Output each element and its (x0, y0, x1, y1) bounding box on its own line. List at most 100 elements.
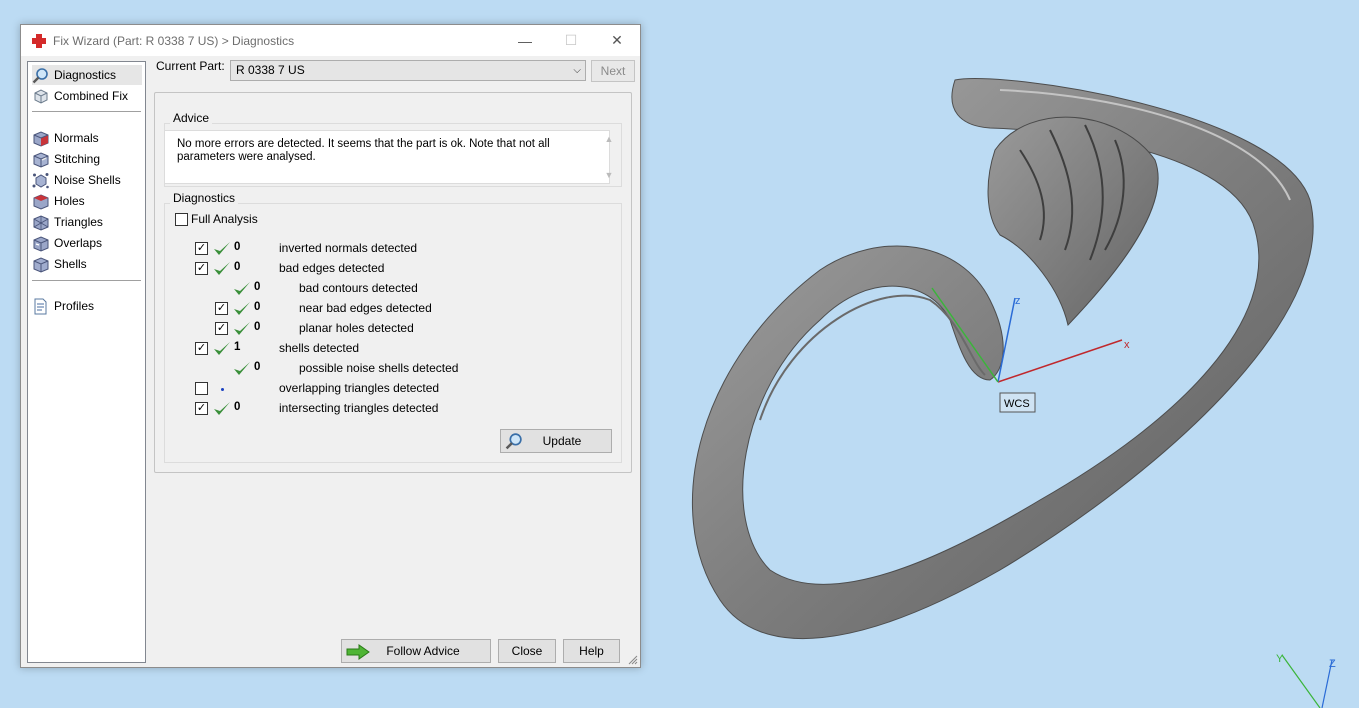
current-part-label: Current Part: (156, 59, 225, 73)
chevron-down-icon: ⌵ (573, 65, 581, 76)
title-bar[interactable]: Fix Wizard (Part: R 0338 7 US) > Diagnos… (21, 25, 640, 56)
diagnostic-label: shells detected (279, 341, 360, 355)
noise-shells-icon (32, 172, 49, 188)
green-check-icon (214, 402, 230, 415)
full-analysis-label: Full Analysis (191, 212, 258, 226)
tool-item-stitching[interactable]: Stitching (32, 149, 142, 169)
tool-item-combined-fix[interactable]: Combined Fix (32, 86, 142, 106)
tool-item-shells[interactable]: Shells (32, 254, 142, 274)
follow-advice-button[interactable]: Follow Advice (341, 639, 491, 663)
diagnostic-checkbox[interactable]: ✓ (215, 302, 228, 315)
tool-item-triangles[interactable]: Triangles (32, 212, 142, 232)
fix-tool-list: Diagnostics Combined Fix Normals Stitchi… (27, 61, 146, 663)
wcs-label: WCS (1004, 398, 1030, 410)
tool-item-holes[interactable]: Holes (32, 191, 142, 211)
next-button[interactable]: Next (591, 60, 635, 82)
advice-scrollbar[interactable]: ▲ ▼ (592, 131, 614, 183)
help-button[interactable]: Help (563, 639, 620, 663)
tool-label: Stitching (54, 152, 101, 166)
fix-wizard-window: Fix Wizard (Part: R 0338 7 US) > Diagnos… (20, 24, 641, 668)
diagnostic-checkbox[interactable] (195, 382, 208, 395)
tool-label: Holes (54, 194, 85, 208)
advice-group-title: Advice (170, 111, 213, 125)
stitching-cube-icon (33, 151, 49, 168)
close-window-button[interactable]: ✕ (594, 25, 640, 56)
normals-cube-icon (33, 130, 49, 147)
update-label: Update (542, 434, 582, 448)
diagnostic-label: bad contours detected (299, 281, 418, 295)
diagnostic-label: possible noise shells detected (299, 361, 459, 375)
tool-label: Combined Fix (54, 89, 129, 103)
z-axis-label: z (1015, 295, 1021, 307)
diagnostic-count: 0 (254, 361, 261, 373)
diagnostic-label: inverted normals detected (279, 241, 418, 255)
update-button[interactable]: Update (500, 429, 612, 453)
green-check-icon (234, 302, 250, 315)
tool-label: Diagnostics (54, 68, 117, 82)
current-part-value: R 0338 7 US (236, 63, 305, 77)
diagnostic-count: 0 (254, 321, 261, 333)
tool-label: Triangles (54, 215, 103, 229)
tool-label: Noise Shells (54, 173, 121, 187)
advice-text: No more errors are detected. It seems th… (177, 138, 550, 163)
resize-grip-icon[interactable] (628, 655, 638, 665)
tool-label: Normals (54, 131, 99, 145)
green-check-icon (214, 242, 230, 255)
tool-item-diagnostics[interactable]: Diagnostics (32, 65, 142, 85)
tool-label: Overlaps (54, 236, 103, 250)
tool-item-overlaps[interactable]: Overlaps (32, 233, 142, 253)
green-check-icon (234, 282, 250, 295)
tool-item-profiles[interactable]: Profiles (32, 296, 142, 316)
advice-textbox: No more errors are detected. It seems th… (164, 130, 614, 184)
x-axis-line (997, 339, 1123, 383)
corner-y-label: Y (1276, 653, 1284, 665)
green-check-icon (214, 342, 230, 355)
tool-label: Shells (54, 257, 87, 271)
shells-cube-icon (33, 256, 49, 273)
diagnostics-group-title: Diagnostics (170, 191, 239, 205)
current-part-select[interactable]: R 0338 7 US ⌵ (230, 60, 586, 81)
green-arrow-right-icon (346, 644, 370, 660)
green-check-icon (214, 262, 230, 275)
diagnostic-count: 0 (254, 281, 261, 293)
diagnostic-count: 1 (234, 341, 241, 353)
close-button[interactable]: Close (498, 639, 556, 663)
diagnostic-checkbox[interactable]: ✓ (195, 242, 208, 255)
diagnostic-checkbox[interactable]: ✓ (195, 402, 208, 415)
window-title: Fix Wizard (Part: R 0338 7 US) > Diagnos… (53, 33, 295, 48)
holes-cube-icon (33, 193, 49, 210)
profiles-document-icon (34, 298, 47, 314)
magnifier-icon (32, 67, 48, 83)
red-cross-app-icon (32, 33, 46, 48)
diagnostic-checkbox[interactable]: ✓ (195, 342, 208, 355)
x-axis-label: x (1124, 339, 1130, 351)
green-check-icon (234, 362, 250, 375)
triangles-cube-icon (33, 214, 49, 231)
combined-fix-icon (34, 88, 48, 104)
tool-label: Profiles (54, 299, 95, 313)
diagnostic-count: 0 (234, 401, 241, 413)
corner-axis-triad: Y Z (1276, 653, 1336, 708)
follow-advice-label: Follow Advice (386, 644, 460, 658)
diagnostic-label: planar holes detected (299, 321, 414, 335)
diagnostic-label: intersecting triangles detected (279, 401, 439, 415)
not-analysed-dot-icon (221, 388, 224, 391)
diagnostic-count: 0 (234, 261, 241, 273)
diagnostic-checkbox[interactable]: ✓ (215, 322, 228, 335)
diagnostic-checkbox[interactable]: ✓ (195, 262, 208, 275)
minimize-button[interactable]: — (502, 25, 548, 56)
diagnostic-label: overlapping triangles detected (279, 381, 440, 395)
scroll-up-icon[interactable]: ▲ (601, 134, 618, 144)
diagnostic-label: near bad edges detected (299, 301, 432, 315)
scroll-down-icon[interactable]: ▼ (601, 170, 618, 180)
maximize-button[interactable]: ☐ (548, 25, 594, 56)
green-check-icon (234, 322, 250, 335)
diagnostic-count: 0 (234, 241, 241, 253)
tool-item-normals[interactable]: Normals (32, 128, 142, 148)
overlaps-cube-icon (33, 235, 49, 252)
full-analysis-checkbox[interactable] (175, 213, 188, 226)
leaf-model (987, 116, 1159, 327)
tool-item-noise-shells[interactable]: Noise Shells (32, 170, 142, 190)
magnifier-icon (505, 433, 522, 450)
diagnostic-label: bad edges detected (279, 261, 385, 275)
